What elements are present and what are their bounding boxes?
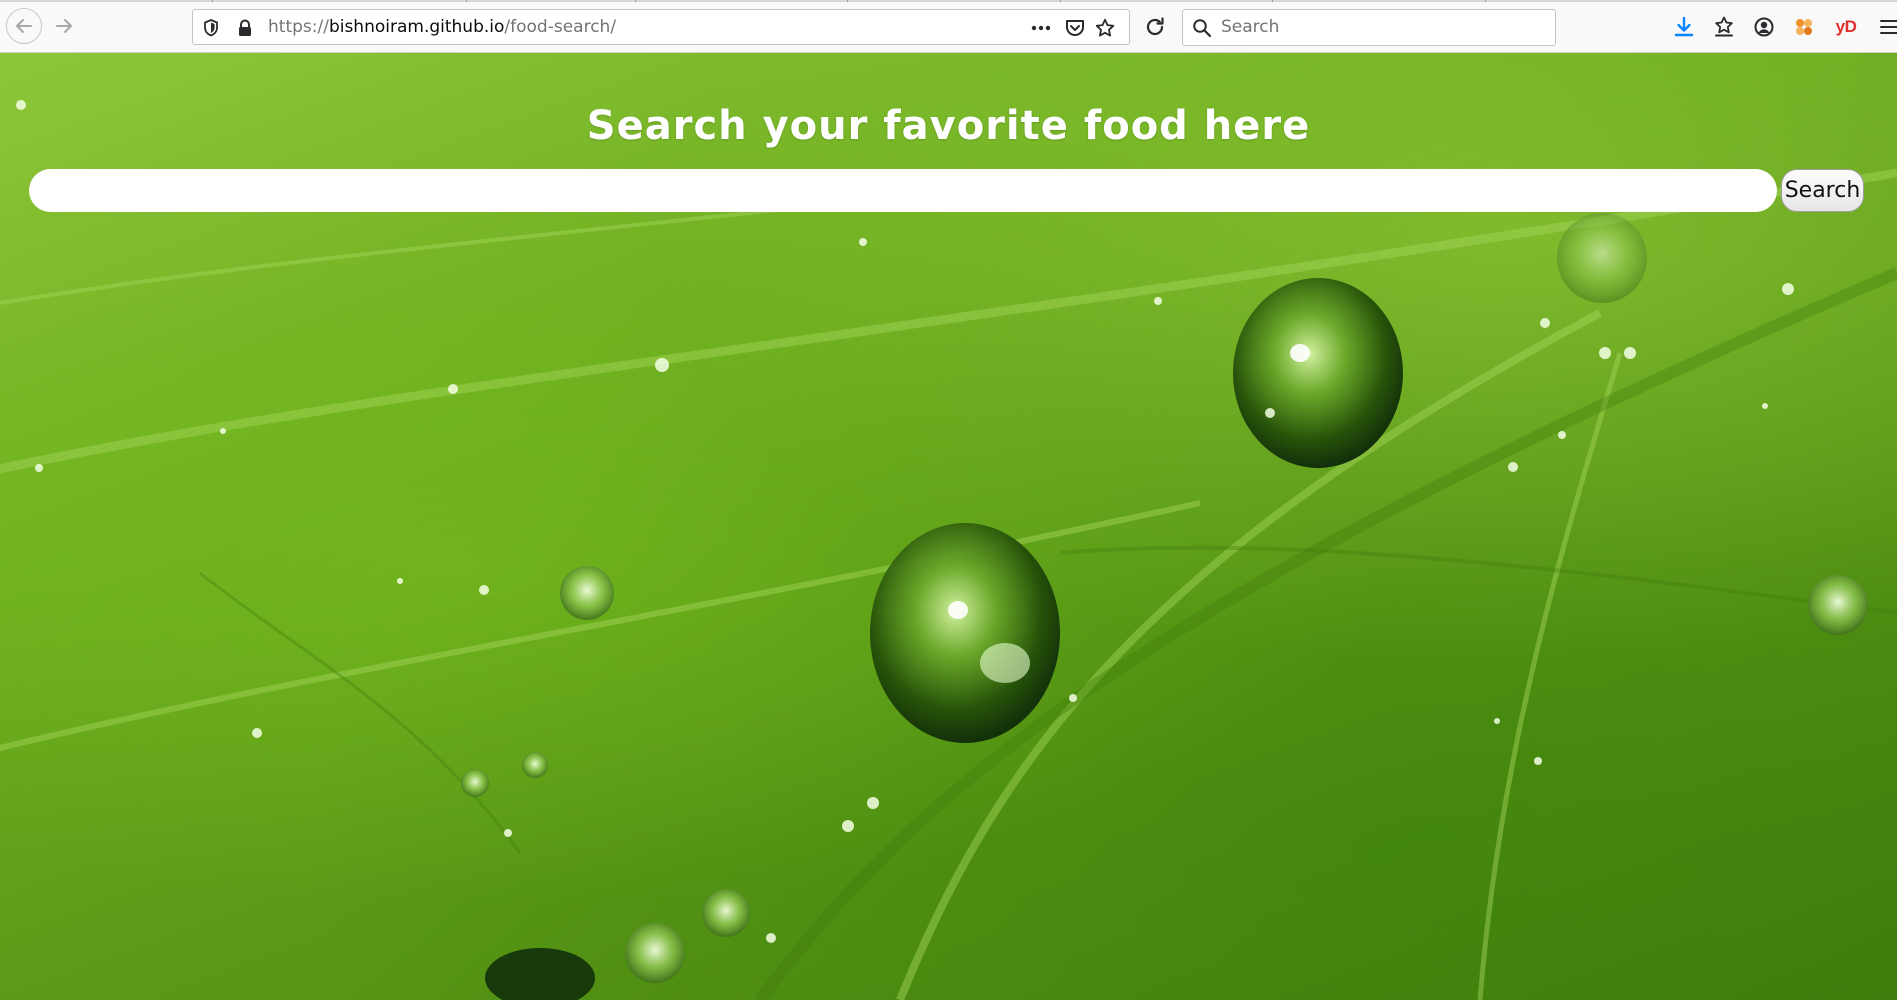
lock-icon[interactable]	[235, 18, 255, 38]
url-text[interactable]: https://bishnoiram.github.io/food-search…	[268, 10, 616, 44]
arrow-right-icon	[56, 19, 72, 33]
extension-button-orange[interactable]	[1791, 14, 1817, 40]
arrow-left-icon	[16, 19, 32, 33]
tab-strip-edge	[0, 0, 1897, 2]
downloads-button[interactable]	[1671, 14, 1697, 40]
puzzle-icon	[1796, 19, 1812, 35]
star-icon[interactable]	[1095, 18, 1115, 38]
menu-button[interactable]	[1878, 14, 1897, 40]
pocket-icon[interactable]	[1065, 18, 1085, 38]
search-icon	[1193, 19, 1212, 38]
account-icon	[1754, 17, 1774, 37]
forward-button[interactable]	[46, 8, 82, 44]
search-button[interactable]: Search	[1781, 169, 1864, 212]
browser-search-placeholder: Search	[1221, 17, 1280, 37]
url-path: /food-search/	[504, 17, 617, 37]
library-button[interactable]	[1711, 14, 1737, 40]
account-button[interactable]	[1751, 14, 1777, 40]
more-horizontal-icon[interactable]	[1031, 18, 1051, 38]
url-scheme: https://	[268, 17, 329, 37]
page-viewport: Search your favorite food here Search	[0, 53, 1897, 1000]
library-star-icon	[1715, 16, 1733, 37]
hamburger-menu-icon	[1880, 20, 1897, 34]
back-button[interactable]	[6, 8, 42, 44]
reload-icon	[1146, 17, 1164, 36]
page-title: Search your favorite food here	[586, 103, 1311, 149]
browser-toolbar: https://bishnoiram.github.io/food-search…	[0, 0, 1897, 53]
browser-search-bar[interactable]: Search	[1182, 9, 1556, 46]
url-host: bishnoiram.github.io	[328, 17, 505, 37]
extension-button-yd[interactable]: yD	[1831, 14, 1861, 40]
url-bar[interactable]: https://bishnoiram.github.io/food-search…	[192, 9, 1130, 45]
food-search-input[interactable]	[29, 169, 1777, 212]
shield-icon[interactable]	[201, 18, 221, 38]
reload-button[interactable]	[1142, 14, 1168, 40]
download-icon	[1674, 16, 1694, 37]
yd-extension-label: yD	[1835, 17, 1857, 36]
